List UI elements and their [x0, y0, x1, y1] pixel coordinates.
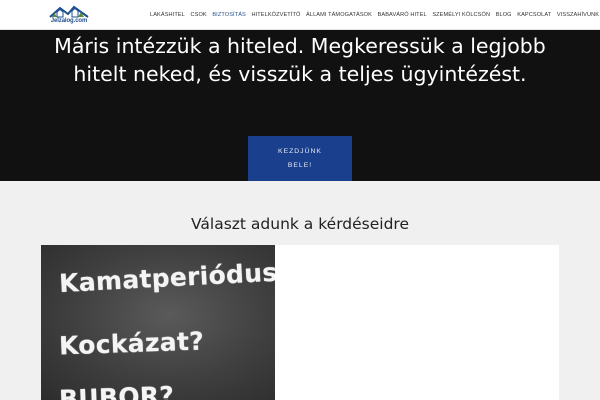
nav-item-visszahívunk[interactable]: VISSZAHÍVUNK — [557, 12, 599, 18]
content-card: Kamatperiódus? Kockázat? BUBOR? — [41, 245, 559, 400]
chalk-word: Kamatperiódus? — [58, 256, 275, 299]
house-logo-icon — [49, 5, 89, 18]
hero-headline: Máris intézzük a hiteled. Megkeressük a … — [54, 34, 546, 86]
main-nav: LAKÁSHITEL CSOK BIZTOSÍTÁS HITELKÖZVETÍTŐ ÁL… — [150, 0, 599, 30]
hero-banner: Máris intézzük a hiteled. Megkeressük a … — [0, 30, 600, 181]
nav-item-hitelközvetítő[interactable]: HITELKÖZVETÍTŐ — [251, 12, 300, 18]
start-button-label: KEZDJÜNK BELE! — [278, 148, 322, 169]
nav-item-biztosítás[interactable]: BIZTOSÍTÁS — [212, 12, 246, 18]
chalk-word: BUBOR? — [58, 380, 175, 400]
site-header: Jelzalog.com LAKÁSHITEL CSOK BIZTOSÍTÁS HIT… — [0, 0, 600, 30]
nav-item-állami-támogatások[interactable]: ÁLLAMI TÁMOGATÁSOK — [306, 12, 372, 18]
section-title: Választ adunk a kérdéseidre — [191, 215, 409, 233]
nav-item-blog[interactable]: BLOG — [496, 12, 512, 18]
logo-text: Jelzalog.com — [50, 18, 88, 24]
start-button[interactable]: KEZDJÜNK BELE! — [248, 136, 352, 181]
nav-item-csok[interactable]: CSOK — [190, 12, 206, 18]
nav-item-kapcsolat[interactable]: KAPCSOLAT — [517, 12, 551, 18]
nav-item-személyi-kölcsön[interactable]: SZEMÉLYI KÖLCSÖN — [432, 12, 490, 18]
chalk-word: Kockázat? — [58, 326, 205, 361]
nav-item-lakáshitel[interactable]: LAKÁSHITEL — [150, 12, 185, 18]
site-logo[interactable]: Jelzalog.com — [48, 3, 90, 27]
nav-item-babaváró-hitel[interactable]: BABAVÁRÓ HITEL — [378, 12, 427, 18]
chalkboard-image: Kamatperiódus? Kockázat? BUBOR? — [41, 245, 275, 400]
